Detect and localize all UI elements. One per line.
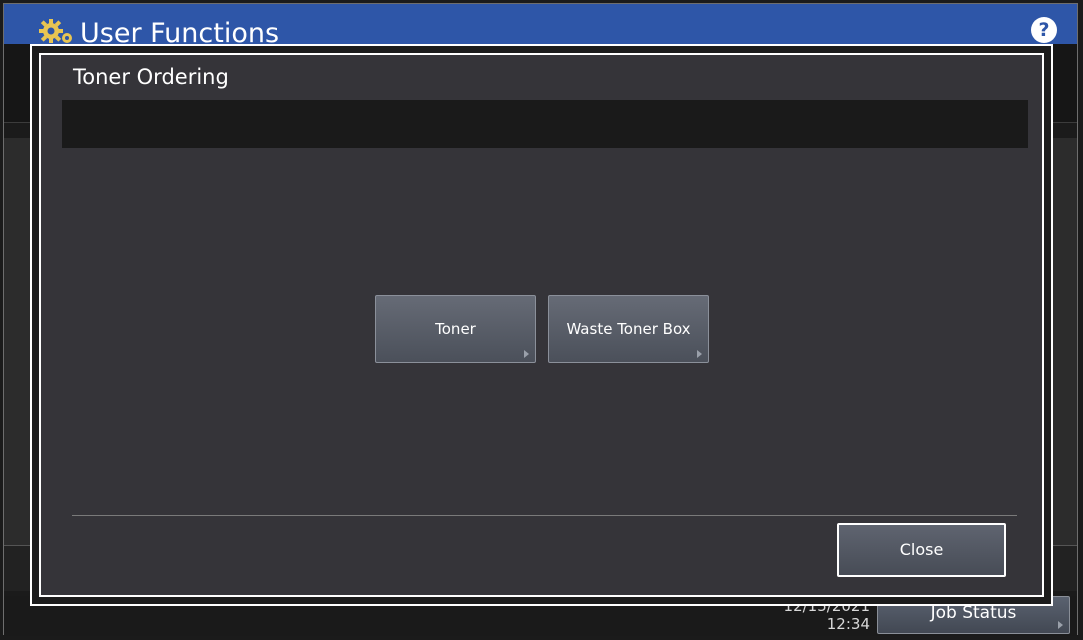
dialog-title: Toner Ordering: [73, 65, 229, 89]
gears-icon: [39, 19, 72, 43]
app-title: User Functions: [80, 18, 280, 44]
waste-toner-box-button[interactable]: Waste Toner Box: [548, 295, 709, 363]
arrow-icon: [697, 350, 702, 358]
job-status-label: Job Status: [930, 603, 1017, 623]
clock-time: 12:34: [826, 615, 870, 633]
title-bar: User Functions: [4, 4, 1077, 44]
close-button[interactable]: Close: [837, 523, 1006, 577]
toner-button-label: Toner: [435, 320, 476, 338]
arrow-icon: [524, 350, 529, 358]
message-bar: [62, 100, 1028, 148]
arrow-icon: [1058, 621, 1063, 629]
toner-button[interactable]: Toner: [375, 295, 536, 363]
help-icon[interactable]: ?: [1031, 17, 1057, 43]
divider: [72, 515, 1017, 516]
waste-toner-box-button-label: Waste Toner Box: [566, 320, 691, 338]
close-button-label: Close: [899, 540, 944, 559]
